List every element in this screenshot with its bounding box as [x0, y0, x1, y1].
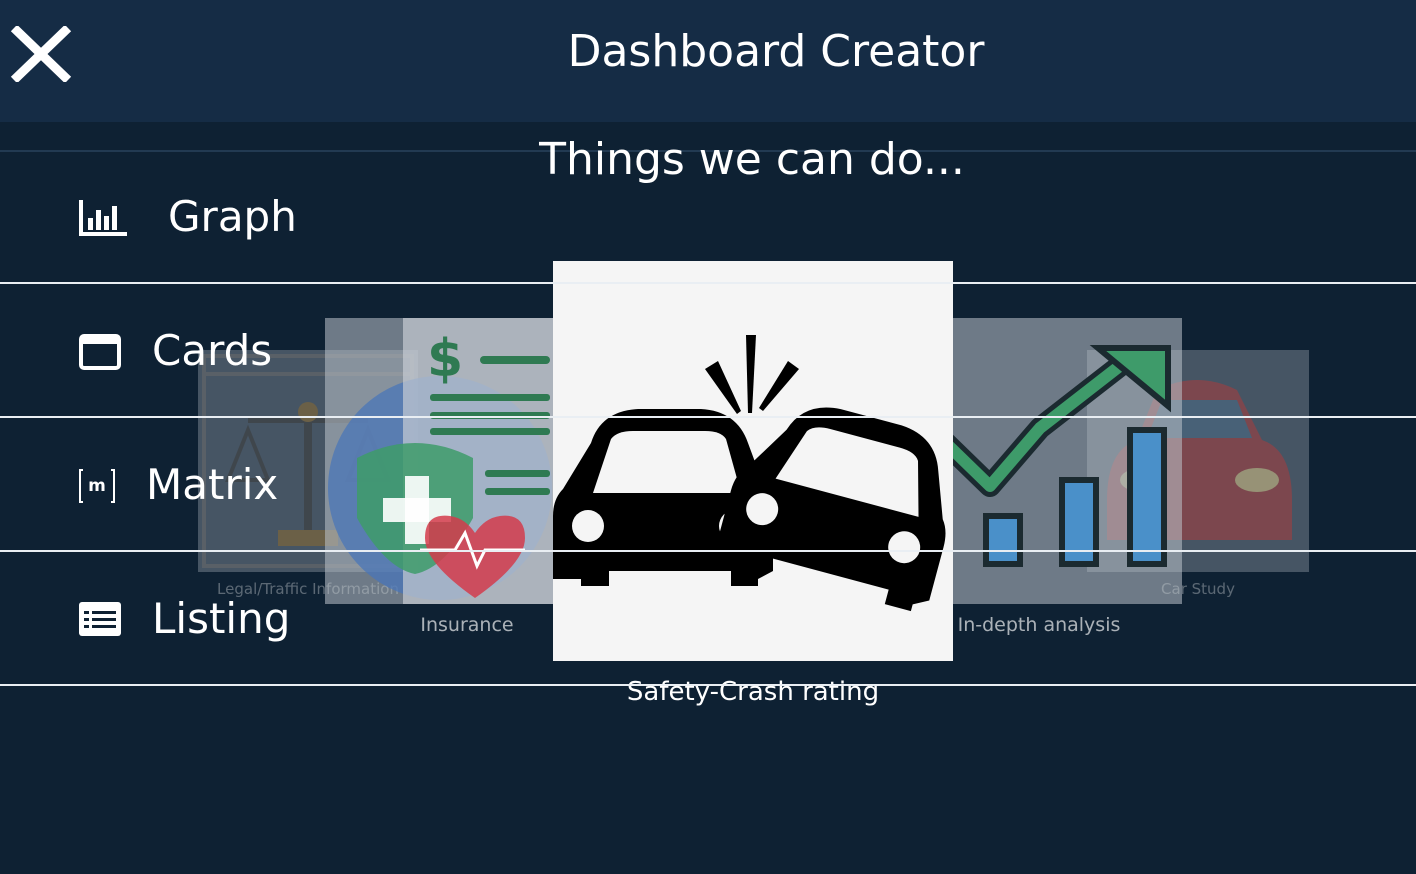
menu-item-cards[interactable]: Cards: [0, 294, 560, 414]
menu-item-listing[interactable]: Listing: [0, 562, 560, 682]
matrix-icon: m: [79, 469, 115, 503]
car-crash-icon: [553, 335, 946, 612]
menu-item-label: Cards: [152, 326, 273, 375]
app-title: Dashboard Creator: [567, 26, 985, 77]
menu-item-label: Listing: [152, 594, 291, 643]
list-icon: [79, 602, 121, 636]
carousel-card-caption: In-depth analysis: [957, 614, 1121, 636]
svg-text:m: m: [88, 476, 106, 496]
menu-divider: [0, 416, 1416, 418]
menu-item-label: Matrix: [146, 460, 279, 509]
menu-item-graph[interactable]: Graph: [0, 160, 560, 280]
menu-item-matrix[interactable]: m Matrix: [0, 428, 560, 548]
menu-divider: [0, 282, 1416, 284]
header-bar: Dashboard Creator: [0, 0, 1416, 122]
menu-divider: [0, 684, 1416, 686]
card-window-icon: [79, 334, 121, 370]
carousel-card-image[interactable]: [920, 318, 1182, 604]
bar-chart-icon: [79, 200, 127, 236]
carousel-card-caption: Safety-Crash rating: [626, 677, 880, 707]
carousel-card-image[interactable]: [553, 261, 953, 661]
growth-chart-icon: [920, 345, 1171, 567]
menu-item-label: Graph: [168, 192, 297, 241]
menu-divider: [0, 550, 1416, 552]
